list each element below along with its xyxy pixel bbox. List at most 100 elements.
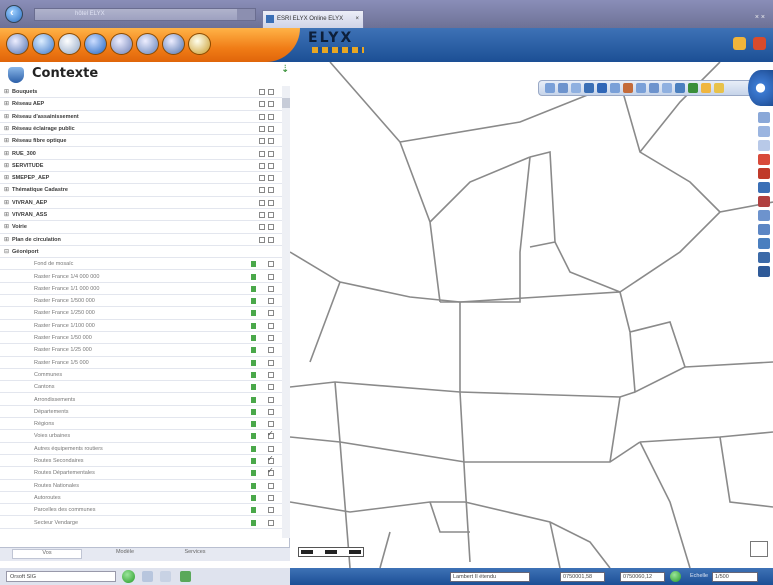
draw-line-icon[interactable] [758, 126, 770, 137]
selectable-checkbox[interactable] [268, 138, 274, 145]
sublayer-row[interactable]: Autoroutes [0, 492, 282, 505]
measure-icon[interactable] [623, 83, 633, 93]
draw-point-icon[interactable] [758, 112, 770, 123]
layer-group-row[interactable]: ⊞ RUE_300 [0, 148, 282, 160]
collapse-icon[interactable]: ⊟ [4, 248, 9, 255]
x-coordinate-field[interactable]: 0750001,58 [560, 572, 605, 582]
compass-icon[interactable] [748, 70, 773, 106]
collapse-panel-icon[interactable]: ⇣ [281, 64, 289, 75]
sublayer-row[interactable]: Routes Secondaires ✓ [0, 454, 282, 468]
save-icon[interactable] [758, 266, 770, 277]
visibility-checkbox[interactable] [259, 236, 265, 243]
identify-icon[interactable] [636, 83, 646, 93]
tools-icon[interactable] [160, 571, 171, 582]
visibility-checkbox[interactable] [268, 408, 274, 415]
help-icon[interactable] [733, 37, 746, 50]
layer-group-row[interactable]: ⊞ Réseau éclairage public [0, 123, 282, 136]
snap-icon[interactable] [758, 210, 770, 221]
sublayer-row[interactable]: Raster France 1/25 000 [0, 344, 282, 357]
scale-field[interactable]: 1/500 [712, 572, 758, 582]
sublayer-row[interactable]: Cantons [0, 381, 282, 394]
layer-group-row[interactable]: ⊞ VIVRAN_ASS [0, 209, 282, 222]
zoom-in-icon[interactable] [545, 83, 555, 93]
sublayer-row[interactable]: Raster France 1/250 000 [0, 307, 282, 320]
attribute-icon[interactable] [758, 224, 770, 235]
layer-group-row[interactable]: ⊞ Réseau fibre optique [0, 135, 282, 148]
layer-tree-scrollbar[interactable] [282, 86, 290, 538]
visibility-checkbox[interactable] [268, 273, 274, 280]
visibility-checkbox[interactable] [268, 347, 274, 354]
visibility-checkbox[interactable] [268, 494, 274, 501]
expand-icon[interactable]: ⊞ [4, 113, 9, 120]
visibility-checkbox[interactable] [268, 519, 274, 526]
sublayer-row[interactable]: Parcelles des communes [0, 504, 282, 517]
print-icon[interactable] [649, 83, 659, 93]
expand-icon[interactable]: ⊞ [4, 186, 9, 193]
copy-icon[interactable] [758, 238, 770, 249]
statistics-icon[interactable] [180, 571, 191, 582]
layers-icon[interactable] [688, 83, 698, 93]
layer-group-row[interactable]: ⊞ Réseau d'assainissement [0, 111, 282, 123]
locate-icon[interactable] [670, 571, 681, 582]
address-go-icon[interactable] [237, 9, 255, 20]
expand-icon[interactable]: ⊞ [4, 137, 9, 144]
measure-tool-icon[interactable] [136, 33, 159, 55]
visibility-checkbox[interactable] [259, 162, 265, 169]
tab-close-icon[interactable]: × [355, 16, 359, 22]
refresh-icon[interactable] [662, 83, 672, 93]
visibility-checkbox[interactable] [268, 310, 274, 317]
visibility-checkbox[interactable] [268, 335, 274, 341]
selectable-checkbox[interactable] [268, 175, 274, 182]
expand-icon[interactable]: ⊞ [4, 236, 9, 243]
visibility-checkbox[interactable] [268, 371, 274, 378]
visibility-checkbox[interactable] [259, 150, 265, 157]
visibility-checkbox[interactable] [259, 125, 265, 132]
layer-group-row[interactable]: ⊞ SERVITUDE [0, 160, 282, 173]
visibility-checkbox[interactable] [268, 322, 274, 329]
query-tool-icon[interactable] [162, 33, 185, 55]
visibility-checkbox[interactable] [259, 199, 265, 206]
layer-group-row[interactable]: ⊟ Géoréport [0, 246, 282, 259]
visibility-checkbox[interactable] [259, 187, 265, 194]
edit-pencil-icon[interactable] [110, 33, 133, 55]
table-icon[interactable] [758, 252, 770, 263]
draw-polygon-icon[interactable] [758, 140, 770, 151]
exit-icon[interactable] [753, 37, 766, 50]
visibility-checkbox[interactable] [268, 421, 274, 428]
expand-icon[interactable]: ⊞ [4, 100, 9, 107]
visibility-checkbox[interactable] [268, 396, 274, 403]
layer-group-row[interactable]: ⊞ VIVRAN_AEP [0, 197, 282, 209]
zoom-out-icon[interactable] [558, 83, 568, 93]
tab-modele[interactable]: Modèle [90, 549, 160, 559]
sublayer-row[interactable]: Raster France 1/500 000 [0, 295, 282, 308]
layer-group-row[interactable]: ⊞ Réseau AEP [0, 98, 282, 111]
scrollbar-thumb[interactable] [282, 98, 290, 108]
projection-select[interactable]: Lambert II étendu [450, 572, 530, 582]
visibility-checkbox[interactable] [259, 113, 265, 120]
visibility-checkbox[interactable] [259, 224, 265, 231]
layer-group-row[interactable]: ⊞ Bouquets [0, 86, 282, 99]
selectable-checkbox[interactable] [268, 101, 274, 108]
select-icon[interactable] [584, 83, 594, 93]
history-icon[interactable] [142, 571, 153, 582]
context-tool-icon[interactable] [6, 33, 29, 55]
selectable-checkbox[interactable] [268, 187, 274, 194]
sublayer-row[interactable]: Arrondissements [0, 394, 282, 406]
selectable-checkbox[interactable] [268, 150, 274, 157]
selectable-checkbox[interactable] [268, 89, 274, 95]
cut-icon[interactable] [758, 168, 770, 179]
expand-icon[interactable]: ⊞ [4, 162, 9, 169]
layers-tool-icon[interactable] [58, 33, 81, 55]
sublayer-row[interactable]: Raster France 1/5 000 [0, 357, 282, 369]
layer-group-row[interactable]: ⊞ Thématique Cadastre [0, 184, 282, 197]
selectable-checkbox[interactable] [268, 125, 274, 132]
back-button[interactable]: ‹ [5, 5, 23, 23]
overview-map-button[interactable] [750, 541, 768, 557]
sublayer-row[interactable]: Autres équipements routiers [0, 443, 282, 455]
map-canvas[interactable] [290, 62, 773, 568]
sublayer-row[interactable]: Communes [0, 369, 282, 382]
pan-icon[interactable] [571, 83, 581, 93]
selectable-checkbox[interactable] [268, 236, 274, 243]
expand-icon[interactable]: ⊞ [4, 199, 9, 206]
selectable-checkbox[interactable] [268, 212, 274, 218]
